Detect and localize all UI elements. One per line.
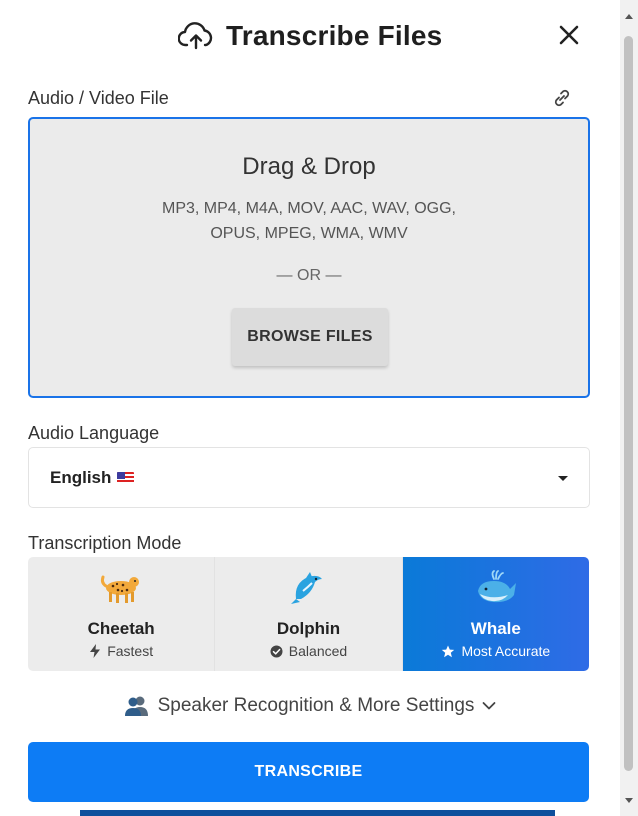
mode-name: Whale xyxy=(470,619,521,638)
whale-icon xyxy=(403,569,589,607)
vertical-scrollbar[interactable] xyxy=(620,0,638,816)
scroll-down-icon[interactable] xyxy=(625,798,633,803)
close-icon[interactable] xyxy=(556,22,582,48)
title-group: Transcribe Files xyxy=(178,20,442,52)
people-icon xyxy=(124,696,148,716)
mode-subtitle-text: Fastest xyxy=(107,643,154,659)
cloud-upload-icon xyxy=(178,21,214,51)
dolphin-icon xyxy=(215,569,401,607)
more-settings-toggle[interactable]: Speaker Recognition & More Settings xyxy=(0,695,620,717)
cheetah-icon xyxy=(28,569,214,605)
mode-subtitle-text: Most Accurate xyxy=(461,643,551,659)
link-icon[interactable] xyxy=(550,86,574,110)
chevron-down-icon xyxy=(483,702,496,710)
transcription-mode-group: Cheetah Fastest Dolphin Balanced Whale M… xyxy=(28,557,589,671)
file-section-label: Audio / Video File xyxy=(28,88,169,108)
mode-subtitle: Most Accurate xyxy=(403,643,589,659)
mode-cheetah[interactable]: Cheetah Fastest xyxy=(28,557,216,671)
language-selected-text: English xyxy=(50,468,112,487)
mode-section-label: Transcription Mode xyxy=(28,533,182,553)
mode-dolphin[interactable]: Dolphin Balanced xyxy=(215,557,403,671)
language-value: English xyxy=(50,468,135,488)
language-section-label: Audio Language xyxy=(28,423,160,443)
mode-subtitle: Fastest xyxy=(28,643,214,659)
scrollbar-thumb[interactable] xyxy=(624,36,633,771)
transcribe-button[interactable]: TRANSCRIBE xyxy=(28,742,589,802)
lightning-icon xyxy=(90,644,101,658)
dropzone-title: Drag & Drop xyxy=(242,153,376,180)
file-dropzone[interactable]: Drag & Drop MP3, MP4, M4A, MOV, AAC, WAV… xyxy=(28,117,590,398)
formats-line-2: OPUS, MPEG, WMA, WMV xyxy=(210,225,408,242)
modal-title: Transcribe Files xyxy=(226,20,443,51)
star-icon xyxy=(442,645,455,657)
more-settings-label: Speaker Recognition & More Settings xyxy=(157,695,475,716)
formats-line-1: MP3, MP4, M4A, MOV, AAC, WAV, OGG, xyxy=(161,200,456,217)
scroll-up-icon[interactable] xyxy=(625,14,633,19)
or-divider: — OR — xyxy=(276,267,342,284)
mode-subtitle-text: Balanced xyxy=(288,643,348,659)
us-flag-icon xyxy=(117,472,135,484)
mode-name: Cheetah xyxy=(87,619,155,638)
mode-subtitle: Balanced xyxy=(215,643,401,659)
mode-name: Dolphin xyxy=(276,619,341,638)
check-circle-icon xyxy=(270,645,283,657)
caret-down-icon xyxy=(558,476,568,481)
transcribe-modal: Transcribe Files Audio / Video File Drag… xyxy=(0,0,620,816)
mode-whale[interactable]: Whale Most Accurate xyxy=(402,557,589,671)
language-select[interactable]: English xyxy=(28,447,590,508)
browse-files-button[interactable]: BROWSE FILES xyxy=(232,308,388,366)
modal-header: Transcribe Files xyxy=(0,18,620,62)
supported-formats: MP3, MP4, M4A, MOV, AAC, WAV, OGG, OPUS,… xyxy=(110,196,508,246)
background-strip xyxy=(80,810,555,816)
